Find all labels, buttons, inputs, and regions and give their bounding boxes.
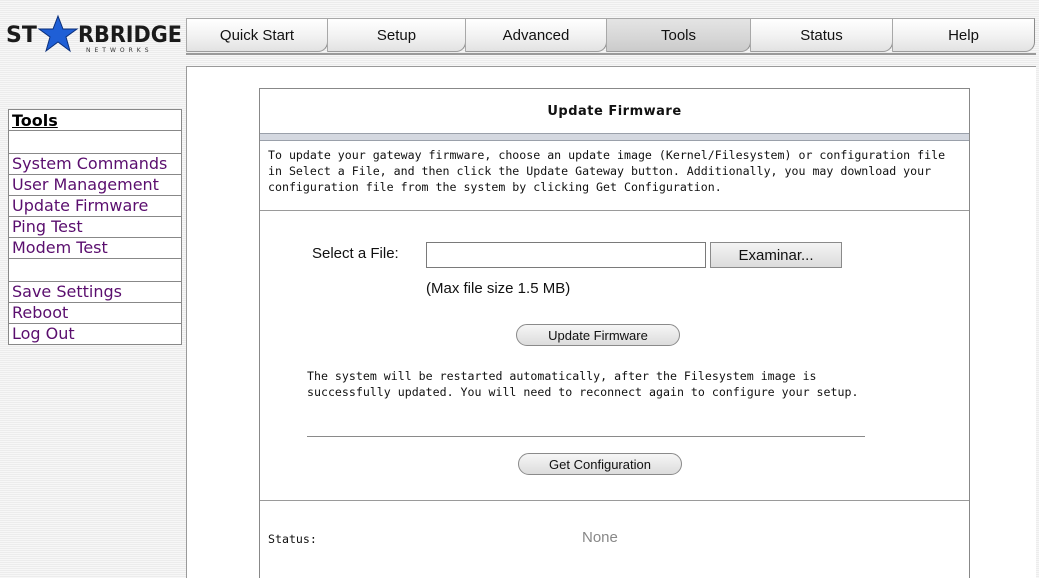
sidebar-item-ping-test[interactable]: Ping Test (8, 217, 182, 238)
main-nav: Quick Start Setup Advanced Tools Status … (186, 18, 1036, 54)
sidebar-item-update-firmware[interactable]: Update Firmware (8, 196, 182, 217)
tab-quick-start[interactable]: Quick Start (186, 18, 328, 52)
browse-button[interactable]: Examinar... (710, 242, 842, 268)
file-label: Select a File: (312, 245, 399, 262)
sidebar-item-system-commands[interactable]: System Commands (8, 154, 182, 175)
tab-advanced[interactable]: Advanced (465, 18, 607, 52)
nav-divider (186, 53, 1036, 55)
status-value: None (582, 529, 618, 546)
status-row: Status: None (260, 501, 969, 571)
sidebar: Tools System Commands User Management Up… (8, 109, 184, 345)
panel-title: Update Firmware (547, 103, 682, 119)
update-firmware-panel: Update Firmware To update your gateway f… (259, 88, 970, 578)
tab-setup[interactable]: Setup (327, 18, 466, 52)
max-file-size-note: (Max file size 1.5 MB) (426, 280, 571, 297)
star-icon (37, 14, 79, 53)
tab-status[interactable]: Status (750, 18, 893, 52)
logo-text-right: RBRIDGE (78, 23, 182, 48)
upload-section: Select a File: Examinar... (Max file siz… (260, 211, 969, 501)
sidebar-spacer (8, 131, 182, 154)
sidebar-item-reboot[interactable]: Reboot (8, 303, 182, 324)
sidebar-item-log-out[interactable]: Log Out (8, 324, 182, 345)
logo-text-left: ST (6, 23, 37, 48)
update-firmware-button[interactable]: Update Firmware (516, 324, 680, 346)
sidebar-item-user-management[interactable]: User Management (8, 175, 182, 196)
logo-subtitle: NETWORKS (86, 47, 153, 54)
tab-tools[interactable]: Tools (606, 18, 751, 52)
file-path-input[interactable] (426, 242, 706, 268)
sidebar-title: Tools (8, 109, 182, 131)
title-divider (260, 133, 969, 141)
sidebar-item-save-settings[interactable]: Save Settings (8, 282, 182, 303)
get-configuration-button[interactable]: Get Configuration (518, 453, 682, 475)
tab-help[interactable]: Help (892, 18, 1035, 52)
section-divider (307, 436, 865, 437)
sidebar-item-modem-test[interactable]: Modem Test (8, 238, 182, 259)
starbridge-logo: ST RBRIDGE NETWORKS (6, 14, 184, 54)
restart-note: The system will be restarted automatical… (307, 369, 859, 399)
status-label: Status: (268, 532, 317, 546)
intro-text: To update your gateway firmware, choose … (260, 141, 969, 211)
sidebar-spacer (8, 259, 182, 282)
